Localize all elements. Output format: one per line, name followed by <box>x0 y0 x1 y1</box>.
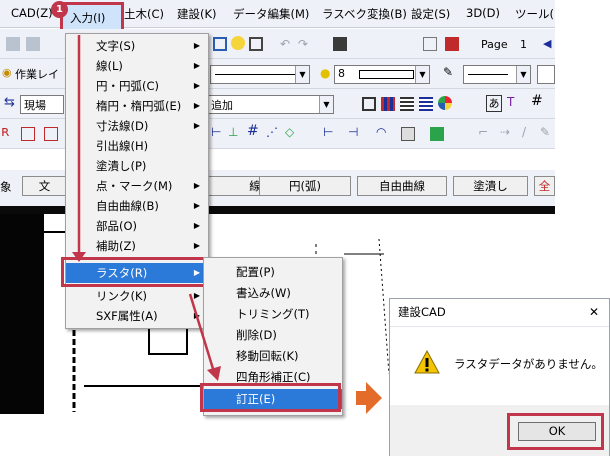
close-icon[interactable]: ✕ <box>589 299 599 326</box>
message-dialog: 建設CAD ✕ ラスタデータがありません。 OK <box>389 298 610 456</box>
dialog-title-bar: 建設CAD ✕ <box>390 299 609 327</box>
dialog-title: 建設CAD <box>398 305 446 319</box>
warning-icon <box>414 350 440 374</box>
ok-button-annotation-box <box>507 413 604 450</box>
dialog-message: ラスタデータがありません。 <box>454 357 603 371</box>
arrow-right-icon <box>356 382 382 414</box>
